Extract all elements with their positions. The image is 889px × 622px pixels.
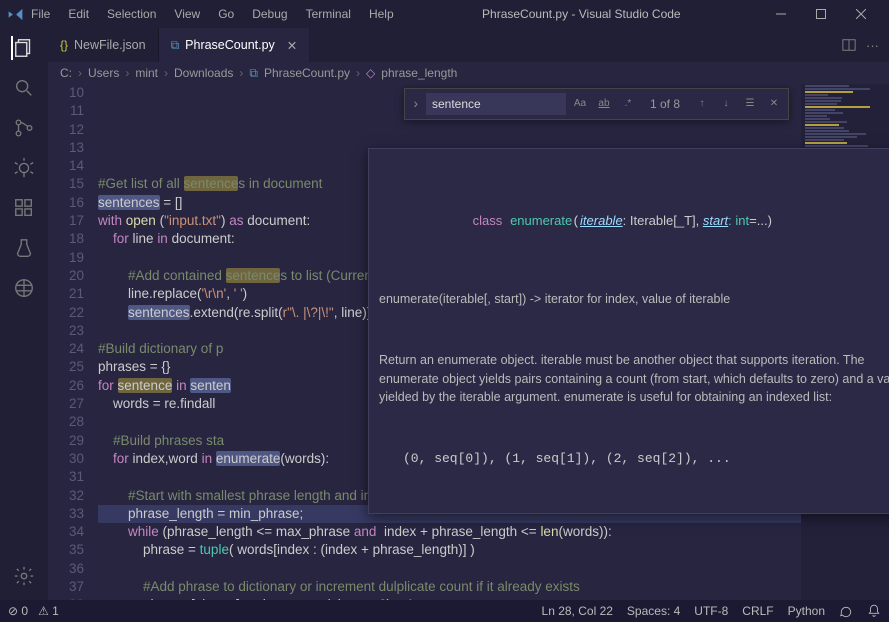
statusbar: ⊘ 0 ⚠ 1 Ln 28, Col 22 Spaces: 4 UTF-8 CR… xyxy=(0,600,889,622)
code-line[interactable]: while (phrase_length <= max_phrase and i… xyxy=(98,523,889,541)
menu-edit[interactable]: Edit xyxy=(60,3,97,25)
indentation[interactable]: Spaces: 4 xyxy=(627,604,680,618)
menu-bar: FileEditSelectionViewGoDebugTerminalHelp xyxy=(23,3,402,25)
breadcrumb-part[interactable]: Users xyxy=(88,66,119,80)
tab-phrasecount-py[interactable]: ⧉ PhraseCount.py ✕ xyxy=(159,28,311,62)
titlebar: FileEditSelectionViewGoDebugTerminalHelp… xyxy=(0,0,889,28)
eol[interactable]: CRLF xyxy=(742,604,773,618)
warnings-count[interactable]: ⚠ 1 xyxy=(38,604,59,618)
tab-newfile-json[interactable]: {} NewFile.json xyxy=(48,28,159,62)
file-icon: ⧉ xyxy=(171,38,180,53)
maximize-button[interactable] xyxy=(801,0,841,28)
match-case-button[interactable]: Aa xyxy=(570,94,590,114)
encoding[interactable]: UTF-8 xyxy=(694,604,728,618)
chevron-right-icon: › xyxy=(125,66,129,80)
extensions-icon[interactable] xyxy=(12,196,36,220)
menu-terminal[interactable]: Terminal xyxy=(298,3,359,25)
more-actions-icon[interactable]: ··· xyxy=(866,38,879,53)
tab-label: NewFile.json xyxy=(74,38,146,52)
code-line[interactable] xyxy=(98,560,889,578)
find-expand-icon[interactable]: › xyxy=(409,95,422,113)
tooltip-example: (0, seq[0]), (1, seq[1]), (2, seq[2]), .… xyxy=(403,450,889,468)
match-word-button[interactable]: ab xyxy=(594,94,614,114)
app-icon xyxy=(8,7,23,22)
breadcrumb-part[interactable]: mint xyxy=(135,66,158,80)
source-control-icon[interactable] xyxy=(12,116,36,140)
notifications-icon[interactable] xyxy=(867,604,881,618)
cursor-position[interactable]: Ln 28, Col 22 xyxy=(542,604,613,618)
file-icon: ⧉ xyxy=(249,66,258,81)
menu-debug[interactable]: Debug xyxy=(244,3,295,25)
window-title: PhraseCount.py - Visual Studio Code xyxy=(402,7,761,21)
menu-selection[interactable]: Selection xyxy=(99,3,164,25)
tooltip-signature: class enumerate(iterable: Iterable[_T], … xyxy=(379,194,889,250)
code-line[interactable]: phrases[phrase] = phrases.get(phrase, 0)… xyxy=(98,596,889,600)
breadcrumb-part[interactable]: Downloads xyxy=(174,66,233,80)
menu-view[interactable]: View xyxy=(166,3,208,25)
symbol-icon: ◇ xyxy=(366,66,375,80)
file-icon: {} xyxy=(60,38,68,52)
remote-icon[interactable] xyxy=(12,276,36,300)
code-line[interactable]: #Add phrase to dictionary or increment d… xyxy=(98,578,889,596)
debug-icon[interactable] xyxy=(12,156,36,180)
explorer-icon[interactable] xyxy=(11,36,35,60)
chevron-right-icon: › xyxy=(239,66,243,80)
tab-close-icon[interactable]: ✕ xyxy=(287,38,297,53)
close-button[interactable] xyxy=(841,0,881,28)
breadcrumb[interactable]: C: › Users › mint › Downloads › ⧉ PhraseCount.py… xyxy=(48,62,889,84)
tabs-bar: {} NewFile.json ⧉ PhraseCount.py ✕ ··· xyxy=(48,28,889,62)
menu-help[interactable]: Help xyxy=(361,3,402,25)
line-gutter: 1011121314151617181920212223242526272829… xyxy=(48,84,98,600)
code-content[interactable]: #Get list of all sentences in documentse… xyxy=(98,84,889,600)
editor-area: {} NewFile.json ⧉ PhraseCount.py ✕ ··· C: › Us… xyxy=(48,28,889,600)
regex-button[interactable]: .* xyxy=(618,94,638,114)
errors-count[interactable]: ⊘ 0 xyxy=(8,604,28,618)
breadcrumb-part[interactable]: C: xyxy=(60,66,72,80)
editor-body[interactable]: 1011121314151617181920212223242526272829… xyxy=(48,84,889,600)
testing-icon[interactable] xyxy=(12,236,36,260)
search-icon[interactable] xyxy=(12,76,36,100)
breadcrumb-part[interactable]: PhraseCount.py xyxy=(264,66,350,80)
minimize-button[interactable] xyxy=(761,0,801,28)
tooltip-description: Return an enumerate object. iterable mus… xyxy=(379,351,889,407)
find-next-icon[interactable]: ↓ xyxy=(716,94,736,114)
chevron-right-icon: › xyxy=(164,66,168,80)
find-input[interactable] xyxy=(426,93,566,115)
settings-gear-icon[interactable] xyxy=(12,564,36,588)
split-editor-icon[interactable] xyxy=(842,38,856,52)
chevron-right-icon: › xyxy=(78,66,82,80)
find-prev-icon[interactable]: ↑ xyxy=(692,94,712,114)
find-in-selection-icon[interactable]: ☰ xyxy=(740,94,760,114)
code-line[interactable]: phrase = tuple( words[index : (index + p… xyxy=(98,541,889,559)
find-count: 1 of 8 xyxy=(650,95,680,113)
breadcrumb-part[interactable]: phrase_length xyxy=(381,66,457,80)
feedback-icon[interactable] xyxy=(839,604,853,618)
chevron-right-icon: › xyxy=(356,66,360,80)
signature-help: class enumerate(iterable: Iterable[_T], … xyxy=(368,148,889,514)
menu-file[interactable]: File xyxy=(23,3,58,25)
find-widget: › Aa ab .* 1 of 8 ↑ ↓ ☰ ✕ xyxy=(404,88,789,120)
language-mode[interactable]: Python xyxy=(788,604,825,618)
tab-label: PhraseCount.py xyxy=(185,38,275,52)
find-close-icon[interactable]: ✕ xyxy=(764,94,784,114)
menu-go[interactable]: Go xyxy=(210,3,242,25)
tooltip-summary: enumerate(iterable[, start]) -> iterator… xyxy=(379,290,889,308)
activity-bar xyxy=(0,28,48,600)
window-controls xyxy=(761,0,881,28)
